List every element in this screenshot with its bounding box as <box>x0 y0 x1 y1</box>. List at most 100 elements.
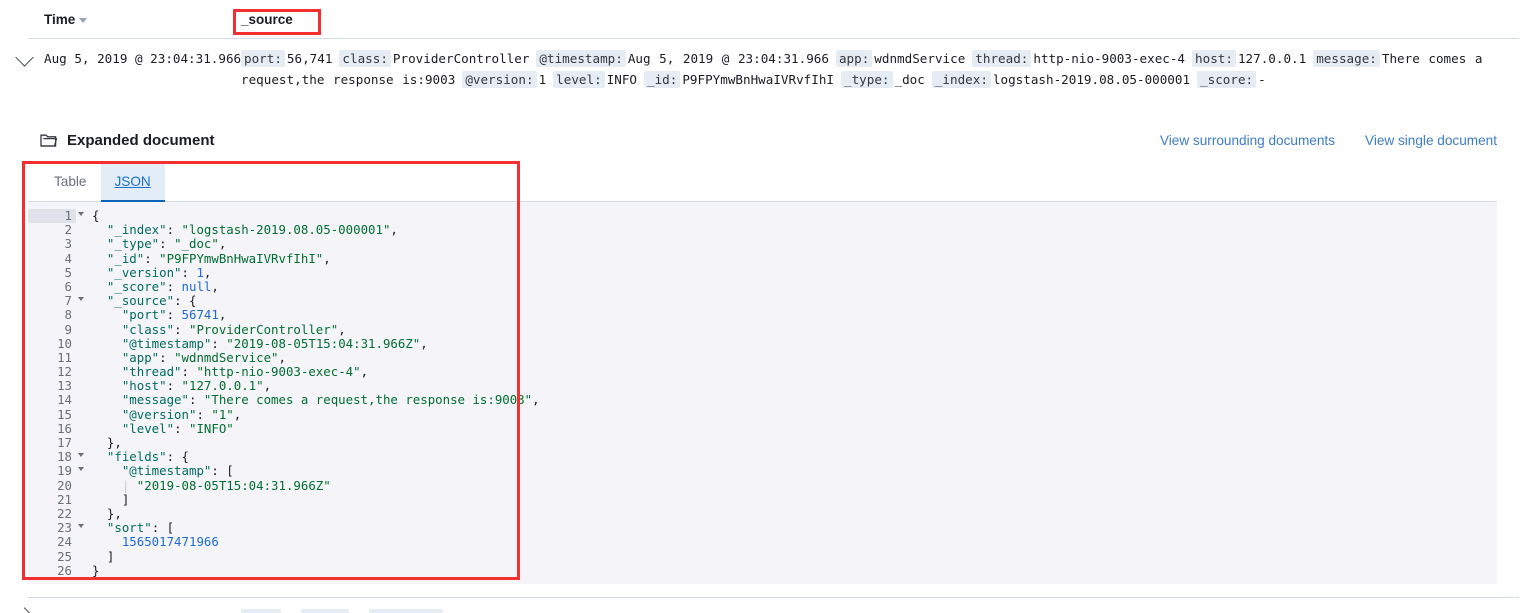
code-text: "_source": { <box>106 293 197 309</box>
field-value: _doc <box>894 72 925 87</box>
code-text: "fields": { <box>106 449 189 465</box>
field-pair: thread: http-nio-9003-exec-4 <box>972 50 1192 67</box>
code-line: 9 "class": "ProviderController", <box>28 322 1497 337</box>
code-line: 3 "_type": "_doc", <box>28 237 1497 251</box>
code-text: "port": 56741, <box>121 307 227 323</box>
column-header-time-label: Time <box>44 11 76 27</box>
view-single-document-link[interactable]: View single document <box>1365 133 1497 148</box>
field-value: http-nio-9003-exec-4 <box>1033 51 1186 66</box>
code-line: 24 1565017471966 <box>28 535 1497 549</box>
fold-caret-icon[interactable] <box>78 297 84 302</box>
tab-json-label: JSON <box>114 174 151 189</box>
fold-caret-icon[interactable] <box>78 524 84 529</box>
code-line: 5 "_version": 1, <box>28 265 1497 280</box>
line-number: 18 <box>28 449 84 464</box>
tab-table-label: Table <box>54 174 87 189</box>
line-number: 4 <box>64 250 72 266</box>
line-number: 24 <box>57 534 72 550</box>
code-text: ] <box>121 491 130 507</box>
fold-caret-icon[interactable] <box>78 212 84 216</box>
field-pair: _id: P9FPYmwBnHwaIVRvfIhI <box>644 71 841 88</box>
code-line: 20 | "2019-08-05T15:04:31.966Z" <box>28 477 1497 493</box>
line-number: 19 <box>28 464 84 478</box>
folder-open-icon <box>40 134 57 147</box>
line-number: 23 <box>28 520 84 535</box>
line-number: 25 <box>57 548 72 564</box>
code-text: "_id": "P9FPYmwBnHwaIVRvfIhI", <box>106 250 331 266</box>
code-text: "@timestamp": [ <box>121 463 234 479</box>
field-key: _index: <box>931 71 991 88</box>
field-key-placeholder <box>300 609 350 613</box>
line-number: 20 <box>57 477 72 493</box>
tab-table[interactable]: Table <box>40 162 101 201</box>
field-key: level: <box>553 71 605 88</box>
code-line: 11 "app": "wdnmdService", <box>28 349 1497 365</box>
field-key: thread: <box>972 50 1032 67</box>
field-pair: @version: 1 <box>462 71 553 88</box>
code-text: "_type": "_doc", <box>106 236 227 252</box>
field-key: _id: <box>644 71 681 88</box>
field-pair: app: wdnmdService <box>835 50 972 67</box>
discover-document-panel: Time _source Aug 5, 2019 @ 23:04:31.966 … <box>0 0 1535 613</box>
field-pair: @timestamp: Aug 5, 2019 @ 23:04:31.966 <box>536 50 836 67</box>
field-value: INFO <box>606 72 637 87</box>
code-line: 19 "@timestamp": [ <box>28 464 1497 478</box>
column-header-source[interactable]: _source <box>241 12 293 27</box>
code-line: 12 "thread": "http-nio-9003-exec-4", <box>28 364 1497 380</box>
code-line: 23 "sort": [ <box>28 520 1497 535</box>
table-row[interactable]: Aug 5, 2019 @ 23:04:31.966 port: 56,741 cl… <box>0 38 1535 90</box>
field-key: app: <box>835 50 873 67</box>
field-key: @version: <box>462 71 537 88</box>
line-number: 21 <box>57 491 72 507</box>
expanded-document-header: Expanded document View surrounding docum… <box>0 118 1535 162</box>
field-pair: port: 56,741 <box>241 50 339 67</box>
code-line: 17 }, <box>28 435 1497 450</box>
json-code-viewer[interactable]: 1{2 "_index": "logstash-2019.08.05-00000… <box>28 202 1497 584</box>
code-line: 6 "_score": null, <box>28 279 1497 294</box>
line-number: 13 <box>57 378 72 394</box>
line-number: 7 <box>28 293 84 308</box>
caret-down-icon <box>79 18 88 23</box>
field-key: @timestamp: <box>536 50 626 67</box>
code-line: 25 ] <box>28 548 1497 564</box>
line-number: 12 <box>57 364 72 380</box>
code-line: 8 "port": 56741, <box>28 308 1497 322</box>
code-text: "app": "wdnmdService", <box>121 349 286 365</box>
expand-row-button[interactable] <box>0 48 44 90</box>
code-line: 14 "message": "There comes a request,the… <box>28 393 1497 407</box>
fold-caret-icon[interactable] <box>78 467 84 472</box>
field-value: - <box>1258 72 1266 87</box>
line-number: 1 <box>28 208 84 224</box>
code-line: 4 "_id": "P9FPYmwBnHwaIVRvfIhI", <box>28 250 1497 266</box>
expand-row-button-next[interactable] <box>0 607 44 613</box>
expanded-document-section: Expanded document View surrounding docum… <box>0 118 1535 584</box>
view-surrounding-documents-link[interactable]: View surrounding documents <box>1160 133 1335 148</box>
line-number: 2 <box>64 222 72 238</box>
fold-caret-icon[interactable] <box>78 453 84 458</box>
tab-json[interactable]: JSON <box>100 162 166 202</box>
line-number: 26 <box>57 562 72 578</box>
field-value: 127.0.0.1 <box>1237 51 1307 66</box>
code-text: }, <box>106 435 122 450</box>
line-number: 17 <box>57 435 72 450</box>
row-divider <box>28 597 1519 598</box>
code-text: ] <box>106 548 115 564</box>
field-key: host: <box>1192 50 1236 67</box>
field-key: class: <box>339 50 391 67</box>
row-time-value: Aug 5, 2019 @ 23:04:31.966 <box>44 51 242 66</box>
field-value: P9FPYmwBnHwaIVRvfIhI <box>682 72 834 87</box>
field-key: port: <box>241 50 285 67</box>
field-pair: _score: - <box>1197 71 1273 88</box>
code-text: 1565017471966 <box>121 534 219 550</box>
field-key: _type: <box>841 71 893 88</box>
field-value: wdnmdService <box>874 51 966 66</box>
row-source-value-next <box>241 607 1535 613</box>
chevron-right-icon <box>15 607 34 613</box>
column-header-time[interactable]: Time <box>44 12 241 27</box>
table-row-next[interactable]: Aug 5, 2019 @ 23:04:31.426 <box>0 603 1535 613</box>
page-title: Expanded document <box>67 131 215 149</box>
line-number: 10 <box>57 335 72 351</box>
code-text: "host": "127.0.0.1", <box>121 378 272 394</box>
expanded-document-tabs: Table JSON <box>28 162 1497 202</box>
code-line: 21 ] <box>28 491 1497 507</box>
